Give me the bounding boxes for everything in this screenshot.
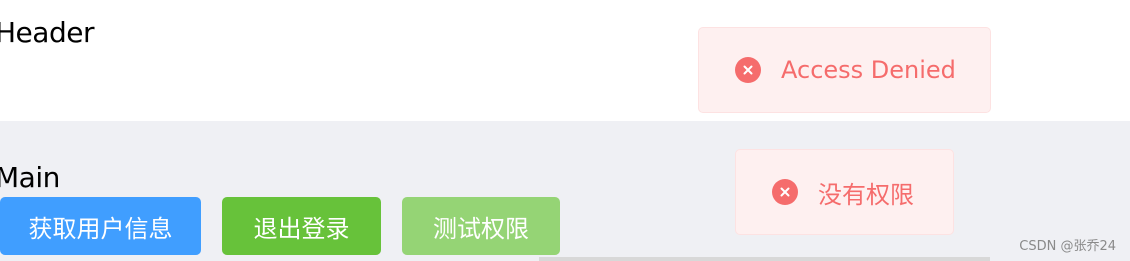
error-message-access-denied: Access Denied bbox=[698, 27, 991, 113]
error-message-text: Access Denied bbox=[781, 56, 956, 84]
main-section: Main 获取用户信息 退出登录 测试权限 bbox=[0, 121, 1130, 261]
close-circle-icon bbox=[735, 57, 761, 83]
error-message-text: 没有权限 bbox=[818, 180, 914, 209]
header-title: Header bbox=[0, 16, 94, 49]
main-title: Main bbox=[0, 161, 60, 194]
get-user-info-button[interactable]: 获取用户信息 bbox=[0, 197, 201, 255]
logout-button[interactable]: 退出登录 bbox=[222, 197, 381, 255]
test-permission-button[interactable]: 测试权限 bbox=[402, 197, 560, 255]
watermark: CSDN @张乔24 bbox=[1019, 239, 1116, 254]
divider bbox=[539, 257, 990, 261]
close-circle-icon bbox=[772, 179, 798, 205]
error-message-no-permission: 没有权限 bbox=[735, 149, 954, 235]
